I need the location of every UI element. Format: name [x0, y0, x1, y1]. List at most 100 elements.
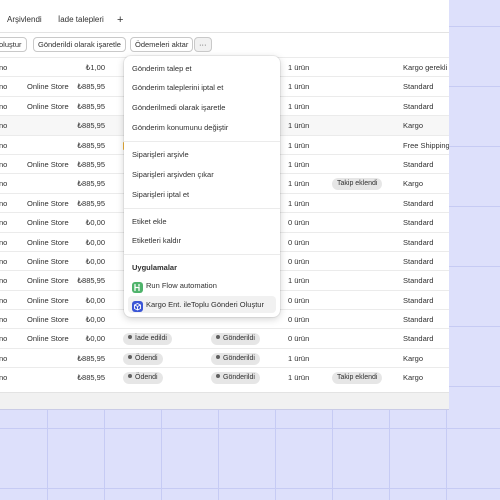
customer-cell: no [0, 218, 8, 228]
menu-item-request-fulfillment[interactable]: Gönderim talep et [132, 64, 192, 74]
customer-cell: no [0, 140, 8, 150]
menu-item-unarchive-orders[interactable]: Siparişleri arşivden çıkar [132, 170, 214, 180]
fulfillment-status-label: Gönderildi [223, 354, 255, 362]
tag-badge: Takip eklendi [332, 178, 383, 191]
payment-status-badge: İade edildi [123, 333, 172, 346]
channel-cell: Online Store [27, 198, 69, 208]
mark-as-fulfilled-button[interactable]: Gönderildi olarak işaretle [33, 37, 126, 52]
delivery-method-cell: Standard [403, 237, 434, 247]
items-cell: 1 ürün [288, 276, 310, 286]
more-actions-button[interactable]: ··· [194, 37, 212, 52]
menu-item-remove-tags[interactable]: Etiketleri kaldır [132, 236, 181, 246]
customer-cell: no [0, 179, 8, 189]
customer-cell: no [0, 101, 8, 111]
customer-cell: no [0, 63, 8, 72]
capture-payments-button[interactable]: Ödemeleri aktar [130, 37, 194, 52]
delivery-method-cell: Standard [403, 82, 434, 92]
total-cell: ₺885,95 [77, 82, 105, 92]
fulfillment-status-label: Gönderildi [223, 335, 255, 343]
status-dot-icon [128, 335, 132, 340]
customer-cell: no [0, 82, 8, 92]
channel-cell: Online Store [27, 315, 69, 325]
delivery-method-cell: Standard [403, 256, 434, 266]
total-cell: ₺885,95 [77, 198, 105, 208]
items-cell: 1 ürün [288, 179, 310, 189]
table-row[interactable]: no ₺885,95 Ödendi Gönderildi 1 ürün Kargo [0, 347, 449, 367]
items-cell: 1 ürün [288, 198, 310, 208]
fulfillment-status-badge: Gönderildi [211, 352, 260, 365]
total-cell: ₺0,00 [85, 315, 105, 325]
menu-item-cancel-fulfillment-requests[interactable]: Gönderim taleplerini iptal et [132, 83, 223, 93]
customer-cell: no [0, 334, 8, 344]
create-button[interactable]: oluştur [0, 37, 27, 52]
menu-item-archive-orders[interactable]: Siparişleri arşivle [132, 150, 189, 160]
total-cell: ₺0,00 [85, 334, 105, 344]
delivery-method-cell: Standard [403, 315, 434, 325]
delivery-method-cell: Standard [403, 295, 434, 305]
total-cell: ₺885,95 [77, 373, 105, 383]
channel-cell: Online Store [27, 276, 69, 286]
channel-cell: Online Store [27, 295, 69, 305]
menu-item-mark-unfulfilled[interactable]: Gönderilmedi olarak işaretle [132, 103, 225, 113]
payment-status-badge: Ödendi [123, 372, 163, 385]
menu-item-kargo-bulk-shipment[interactable]: Kargo Ent. ileToplu Gönderi Oluştur [128, 296, 276, 313]
delivery-method-cell: Kargo [403, 121, 424, 131]
payment-status-badge: Ödendi [123, 352, 163, 365]
channel-cell: Online Store [27, 159, 69, 169]
flow-icon [132, 280, 143, 293]
delivery-method-cell: Kargo [403, 179, 424, 189]
customer-cell: no [0, 159, 8, 169]
menu-item-add-tags[interactable]: Etiket ekle [132, 217, 167, 227]
delivery-method-cell: Kargo gerekli [403, 63, 448, 72]
kargo-icon [132, 299, 143, 312]
items-cell: 1 ürün [288, 63, 310, 72]
total-cell: ₺0,00 [85, 256, 105, 266]
delivery-method-cell: Standard [403, 101, 434, 111]
total-cell: ₺1,00 [85, 63, 105, 72]
customer-cell: no [0, 373, 8, 383]
customer-cell: no [0, 256, 8, 266]
total-cell: ₺0,00 [85, 218, 105, 228]
delivery-method-cell: Free Shipping [403, 140, 449, 150]
more-actions-menu: Gönderim talep et Gönderim taleplerini i… [124, 56, 280, 317]
add-tab-button[interactable]: + [117, 8, 123, 32]
items-cell: 1 ürün [288, 140, 310, 150]
run-flow-label: Run Flow automation [146, 281, 217, 290]
customer-cell: no [0, 276, 8, 286]
status-dot-icon [128, 374, 132, 379]
bulk-action-bar: oluştur Gönderildi olarak işaretle Ödeme… [0, 36, 449, 54]
customer-cell: no [0, 237, 8, 247]
total-cell: ₺885,95 [77, 276, 105, 286]
items-cell: 1 ürün [288, 159, 310, 169]
channel-cell: Online Store [27, 334, 69, 344]
items-cell: 1 ürün [288, 101, 310, 111]
table-row[interactable]: no ₺885,95 Ödendi Gönderildi 1 ürün Takip ekl… [0, 367, 449, 386]
table-row[interactable]: no Online Store ₺0,00 İade edildi Gönderildi… [0, 328, 449, 347]
payment-status-label: Ödendi [135, 374, 158, 382]
delivery-method-cell: Kargo [403, 353, 424, 363]
menu-item-run-flow[interactable]: Run Flow automation [128, 277, 276, 294]
channel-cell: Online Store [27, 256, 69, 266]
tab-divider [0, 32, 449, 33]
apps-heading: Uygulamalar [132, 263, 178, 272]
customer-cell: no [0, 198, 8, 208]
menu-item-cancel-orders[interactable]: Siparişleri iptal et [132, 190, 189, 200]
items-cell: 0 ürün [288, 237, 310, 247]
menu-item-change-location[interactable]: Gönderim konumunu değiştir [132, 123, 228, 133]
total-cell: ₺0,00 [85, 237, 105, 247]
tag-badge: Takip eklendi [332, 372, 383, 385]
status-dot-icon [128, 354, 132, 359]
tab-archived[interactable]: Arşivlendi [7, 8, 42, 32]
fulfillment-status-badge: Gönderildi [211, 333, 260, 346]
payment-status-label: İade edildi [135, 335, 167, 343]
items-cell: 0 ürün [288, 218, 310, 228]
status-dot-icon [216, 354, 220, 359]
delivery-method-cell: Kargo [403, 373, 424, 383]
customer-cell: no [0, 315, 8, 325]
tab-return-requests[interactable]: İade talepleri [58, 8, 104, 32]
fulfillment-status-badge: Gönderildi [211, 372, 260, 385]
items-cell: 1 ürün [288, 121, 310, 131]
total-cell: ₺885,95 [77, 353, 105, 363]
delivery-method-cell: Standard [403, 159, 434, 169]
status-dot-icon [216, 335, 220, 340]
